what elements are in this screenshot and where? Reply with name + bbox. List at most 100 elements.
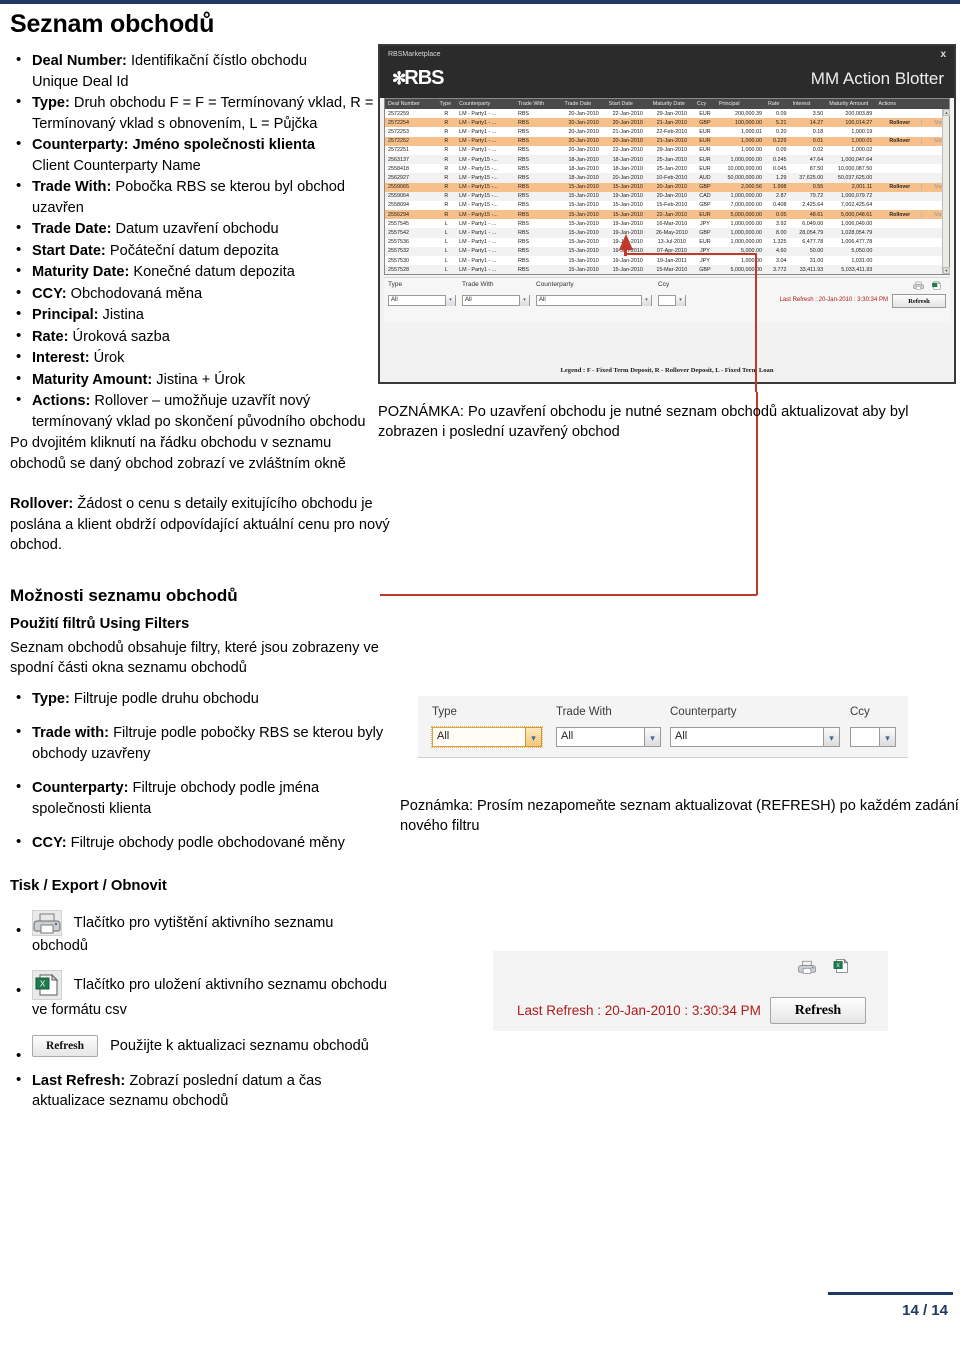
filter-label-trade-with: Trade With: [462, 281, 494, 289]
cell-ccy: EUR: [693, 136, 716, 146]
cell-deal: 2557530: [388, 257, 409, 264]
csv-export-icon[interactable]: [931, 280, 942, 291]
filter-bar-screenshot: Type Trade With Counterparty Ccy All ▾ Al…: [418, 696, 908, 758]
cell-matamt: 1,000.01: [826, 136, 876, 146]
chevron-down-icon[interactable]: ▾: [525, 727, 542, 747]
refresh-bar-screenshot: X Last Refresh : 20-Jan-2010 : 3:30:34 P…: [493, 951, 888, 1031]
table-row[interactable]: 2562927 R LM - Party15 -... RBS 18-Jan-2010 2…: [385, 173, 949, 183]
table-row[interactable]: 2557542 L LM - Party1 - ... RBS 15-Jan-2010 1…: [385, 228, 949, 238]
rollover-button[interactable]: Rollover: [878, 119, 923, 126]
chevron-down-icon[interactable]: ▾: [519, 295, 529, 307]
scroll-up-icon[interactable]: ▲: [943, 109, 950, 116]
rollover-button[interactable]: Rollover: [878, 138, 923, 145]
table-row[interactable]: 2557532 L LM - Party1 - ... RBS 15-Jan-2010 1…: [385, 246, 949, 256]
cell-principal: 1,000.01: [741, 128, 762, 135]
filter-field-term: Trade with:: [32, 725, 110, 741]
table-row[interactable]: 2557536 L LM - Party1 - ... RBS 15-Jan-2010 1…: [385, 238, 949, 247]
filtershot-select-trade-with[interactable]: All ▾: [556, 727, 661, 747]
table-row[interactable]: 2557530 L LM - Party1 - ... RBS 15-Jan-2010 1…: [385, 256, 949, 265]
grid-column-header[interactable]: Deal Number: [385, 99, 437, 109]
chevron-down-icon[interactable]: ▾: [644, 727, 661, 747]
cell-md: 26-May-2010: [649, 228, 694, 238]
table-row[interactable]: 2572251 R LM - Party1 - ... RBS 20-Jan-2010 2…: [385, 146, 949, 155]
blotter-refresh-button[interactable]: Refresh: [892, 294, 946, 309]
cell-interest: 48.61: [789, 210, 827, 220]
table-row[interactable]: 2557528 L LM - Party1 - ... RBS 15-Jan-2010 1…: [385, 265, 949, 275]
filter-field-term: CCY:: [32, 835, 67, 851]
table-row[interactable]: 2559065 R LM - Party15 -... RBS 15-Jan-2010 1…: [385, 182, 949, 192]
chevron-down-icon[interactable]: ▾: [675, 295, 685, 307]
rollover-button[interactable]: Rollover: [878, 184, 923, 191]
cell-md: 10-Feb-2010: [649, 173, 694, 183]
cell-ccy: GBP: [699, 202, 711, 209]
close-icon[interactable]: x: [940, 49, 946, 60]
callout-bottom-line: [380, 594, 757, 596]
printer-icon[interactable]: [798, 959, 816, 975]
cell-matamt: 1,006,477.78: [840, 239, 873, 246]
chevron-down-icon[interactable]: ▾: [879, 727, 896, 747]
chevron-down-icon[interactable]: ▾: [445, 295, 455, 307]
filter-select-ccy[interactable]: ▾: [658, 295, 686, 307]
refreshshot-refresh-button[interactable]: Refresh: [770, 997, 866, 1024]
grid-column-header[interactable]: Actions: [875, 99, 949, 109]
refresh-button[interactable]: Refresh: [32, 1034, 98, 1057]
cell-sd: 20-Jan-2010: [605, 118, 650, 128]
table-row[interactable]: 2558418 R LM - Party15 -... RBS 18-Jan-2010 1…: [385, 164, 949, 173]
printer-icon[interactable]: [32, 909, 62, 936]
grid-column-header[interactable]: Maturity Amount: [826, 99, 876, 109]
grid-column-header[interactable]: Maturity Date: [649, 99, 694, 109]
table-row[interactable]: 2556294 R LM - Party15 -... RBS 15-Jan-2010 1…: [385, 210, 949, 220]
cell-matamt: 5,050.00: [826, 246, 876, 256]
table-row[interactable]: 2572252 R LM - Party1 - ... RBS 20-Jan-2010 2…: [385, 136, 949, 146]
grid-column-header[interactable]: Start Date: [605, 99, 650, 109]
scroll-down-icon[interactable]: ▼: [943, 267, 950, 275]
filter-select-trade-with[interactable]: All ▾: [462, 295, 530, 307]
filters-subheading: Použití filtrů Using Filters: [10, 615, 190, 632]
grid-column-header[interactable]: Interest: [789, 99, 827, 109]
grid-column-header[interactable]: Rate: [764, 99, 790, 109]
filter-select-counterparty[interactable]: All ▾: [536, 295, 652, 307]
table-row[interactable]: 2559064 R LM - Party15 -... RBS 15-Jan-2010 1…: [385, 191, 949, 201]
grid-column-header[interactable]: Counterparty: [456, 99, 515, 109]
cell-md: 20-Jan-2010: [649, 182, 694, 192]
grid-vertical-scrollbar[interactable]: ▲ ▼: [942, 109, 950, 275]
cell-md: 19-Jan-2011: [656, 257, 687, 264]
cell-tw: RBS: [517, 165, 530, 172]
table-row[interactable]: 2572254 R LM - Party1 - ... RBS 20-Jan-2010 2…: [385, 118, 949, 128]
table-row[interactable]: 2563137 R LM - Party15 -... RBS 18-Jan-2010 1…: [385, 154, 949, 165]
table-row[interactable]: 2572253 R LM - Party1 - ... RBS 20-Jan-2010 2…: [385, 127, 949, 136]
csv-export-icon[interactable]: X: [832, 957, 850, 975]
filtershot-select-ccy[interactable]: ▾: [850, 727, 896, 747]
table-row[interactable]: 2558094 R LM - Party15 -... RBS 15-Jan-2010 1…: [385, 201, 949, 210]
rollover-button[interactable]: Rollover: [878, 211, 923, 218]
cell-md: 16-Mar-2010: [656, 220, 688, 227]
table-row[interactable]: 2572259 R LM - Party1 - ... RBS 20-Jan-2010 2…: [385, 109, 949, 118]
filter-select-type[interactable]: All ▾: [388, 295, 456, 307]
cell-ccy: JPY: [699, 257, 710, 264]
deal-grid: Deal Number Type Counterparty Trade With Tra…: [385, 99, 949, 275]
grid-column-header[interactable]: Principal: [715, 99, 765, 109]
deal-field-desc: Úrok: [89, 350, 125, 366]
grid-column-header[interactable]: Trade Date: [561, 99, 606, 109]
csv-export-item-label: Tlačítko pro uložení aktivního seznamu o…: [32, 976, 387, 1018]
cell-type: R: [436, 210, 457, 220]
table-row[interactable]: 2557545 L LM - Party1 - ... RBS 15-Jan-2010 1…: [385, 219, 949, 228]
chevron-down-icon[interactable]: ▾: [641, 295, 651, 307]
cell-cp: LM - Party1 - ...: [456, 118, 515, 128]
chevron-down-icon[interactable]: ▾: [823, 727, 840, 747]
cell-interest: 14.27: [789, 118, 827, 128]
filtershot-select-counterparty[interactable]: All ▾: [670, 727, 840, 747]
grid-column-header[interactable]: Trade With: [514, 99, 562, 109]
cell-interest: 47.64: [789, 154, 827, 165]
cell-rate: 3.92: [776, 220, 787, 227]
grid-column-header[interactable]: Type: [436, 99, 457, 109]
cell-ccy: EUR: [699, 239, 711, 246]
filtershot-select-type[interactable]: All ▾: [431, 726, 543, 748]
printer-icon[interactable]: [913, 280, 924, 291]
csv-export-icon[interactable]: X: [32, 970, 62, 1000]
cell-tw: RBS: [517, 202, 530, 209]
grid-column-header[interactable]: Ccy: [693, 99, 716, 109]
filter-field-list: Type: Filtruje podle druhu obchodu Trade …: [10, 688, 390, 854]
cell-principal: 1,000,000.00: [715, 228, 765, 238]
